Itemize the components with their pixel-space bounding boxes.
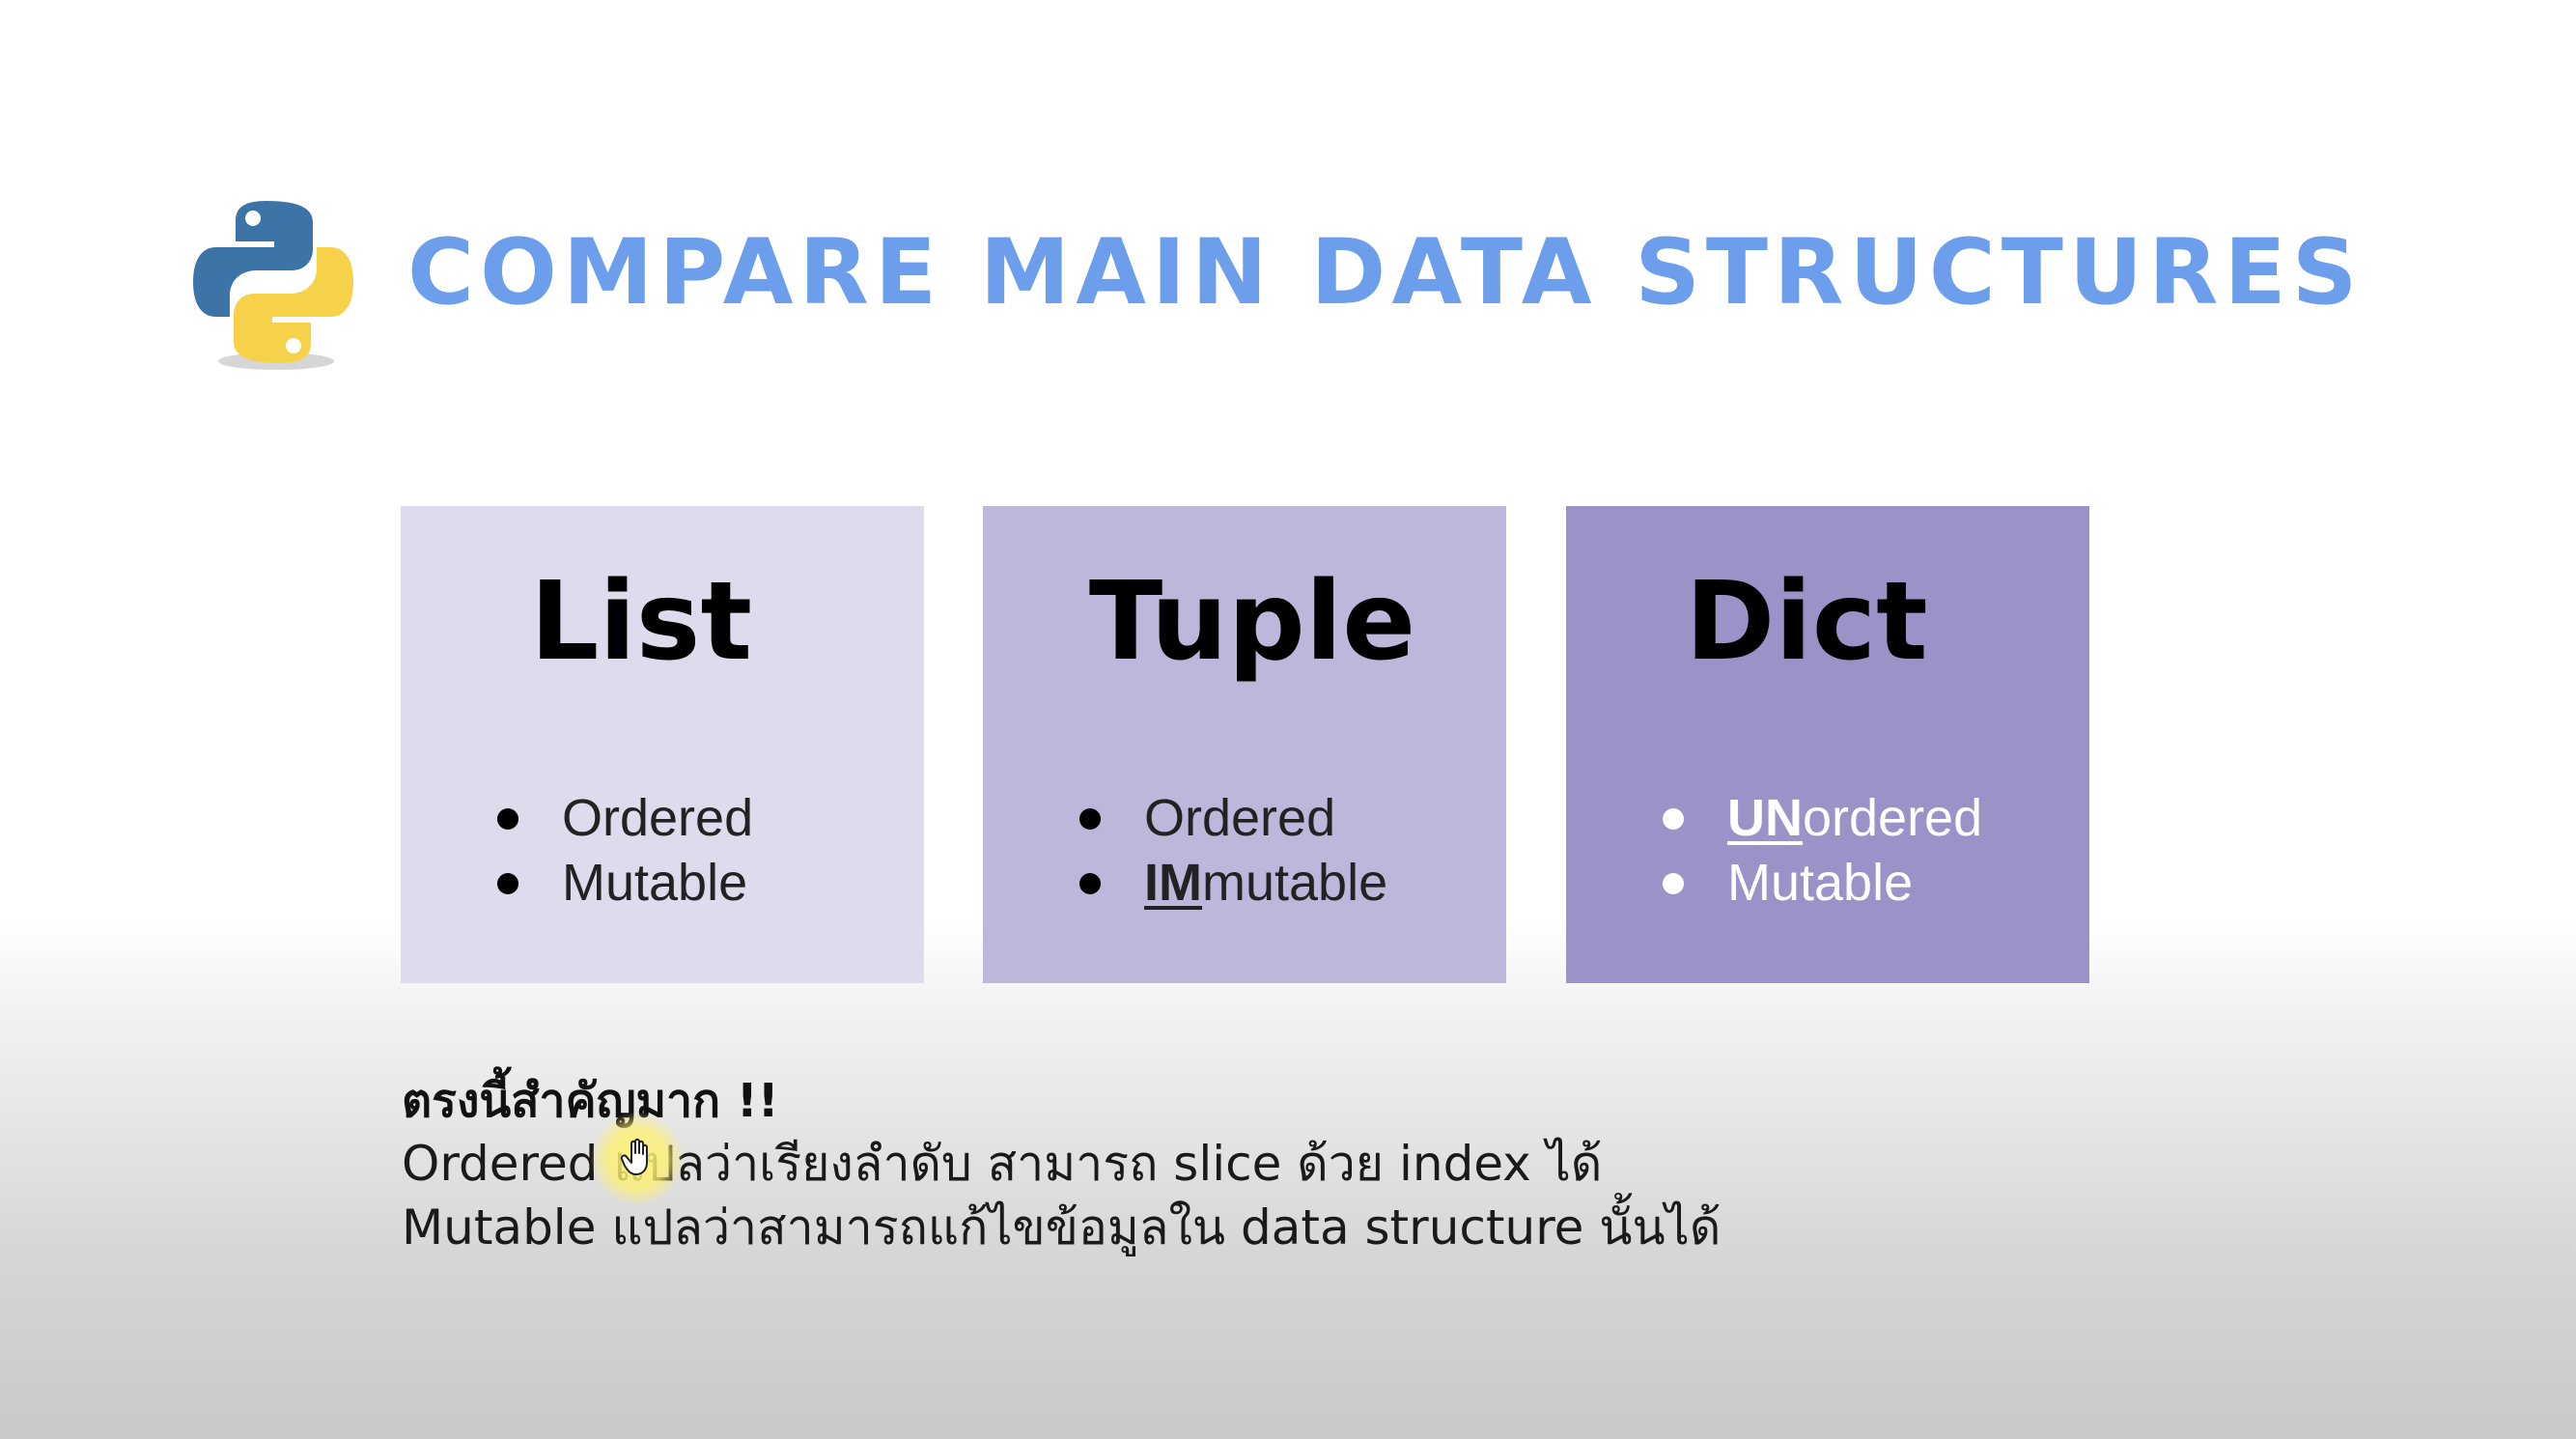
bullet-list: Ordered IMmutable <box>1079 786 1387 916</box>
notes-heading: ตรงนี้สำคัญมาก !! <box>402 1074 779 1128</box>
list-item: Ordered <box>497 786 753 851</box>
slide-title: COMPARE MAIN DATA STRUCTURES <box>407 220 2364 325</box>
bullet-icon <box>1079 808 1101 830</box>
bullet-icon <box>1663 808 1684 830</box>
card-title: List <box>530 559 752 685</box>
emphasis-prefix: IM <box>1144 854 1202 912</box>
list-item: Ordered <box>1079 786 1387 851</box>
notes-line-mutable: Mutable แปลว่าสามารถแก้ไขข้อมูลใน data s… <box>402 1199 1722 1256</box>
bullet-icon <box>1079 873 1101 894</box>
bullet-text: Mutable <box>562 854 748 912</box>
bullet-list: Ordered Mutable <box>497 786 753 916</box>
bullet-text: Ordered <box>562 789 754 847</box>
card-title: Tuple <box>1088 559 1416 685</box>
list-item: Mutable <box>497 851 753 916</box>
hand-pointer-icon <box>620 1138 648 1175</box>
bullet-icon <box>1663 873 1684 894</box>
bullet-icon <box>497 873 518 894</box>
list-item: Mutable <box>1663 851 1982 916</box>
card-dict: Dict UNordered Mutable <box>1566 506 2089 983</box>
bullet-list: UNordered Mutable <box>1663 786 1982 916</box>
bullet-text: ordered <box>1803 789 1983 847</box>
list-item: IMmutable <box>1079 851 1387 916</box>
card-tuple: Tuple Ordered IMmutable <box>983 506 1506 983</box>
bullet-text: Mutable <box>1727 854 1914 912</box>
card-title: Dict <box>1685 559 1928 685</box>
bullet-text: mutable <box>1202 854 1388 912</box>
bullet-icon <box>497 808 518 830</box>
python-logo-icon <box>193 201 353 370</box>
bullet-text: Ordered <box>1144 789 1336 847</box>
slide: COMPARE MAIN DATA STRUCTURES List Ordere… <box>0 0 2576 1439</box>
cursor-highlight <box>591 1113 684 1205</box>
list-item: UNordered <box>1663 786 1982 851</box>
emphasis-prefix: UN <box>1727 789 1803 847</box>
card-list: List Ordered Mutable <box>401 506 924 983</box>
